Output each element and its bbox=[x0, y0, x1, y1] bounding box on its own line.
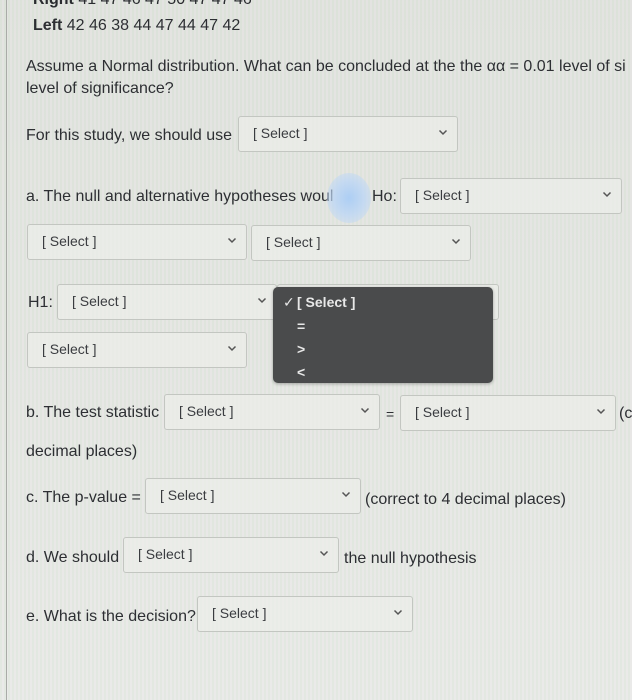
h1-label: H1: bbox=[28, 294, 53, 311]
p-value-select[interactable]: [ Select ] bbox=[145, 478, 361, 514]
p-value-select-value: [ Select ] bbox=[160, 487, 215, 503]
dropdown-option-label: > bbox=[297, 341, 306, 357]
chevron-down-icon bbox=[359, 404, 371, 416]
h1-select-3[interactable]: [ Select ] bbox=[27, 332, 247, 368]
test-statistic-value-select[interactable]: [ Select ] bbox=[400, 395, 616, 431]
dropdown-option-label: = bbox=[297, 318, 306, 334]
part-a-label: a. The null and alternative hypotheses w… bbox=[26, 188, 334, 205]
h1-select-1[interactable]: [ Select ] bbox=[57, 284, 277, 320]
chevron-down-icon bbox=[226, 342, 238, 354]
chevron-down-icon bbox=[256, 294, 268, 306]
dropdown-option-select[interactable]: ✓[ Select ] bbox=[283, 294, 355, 311]
decision-action-select[interactable]: [ Select ] bbox=[123, 537, 339, 573]
part-c-label: c. The p-value = bbox=[26, 489, 141, 506]
ho-select-1[interactable]: [ Select ] bbox=[400, 178, 622, 214]
part-b-line-2: decimal places) bbox=[26, 443, 138, 460]
question-line-2: level of significance? bbox=[26, 80, 174, 97]
part-b-label: b. The test statistic bbox=[26, 404, 160, 421]
checkmark-icon: ✓ bbox=[283, 294, 295, 310]
dropdown-option-label: < bbox=[297, 364, 306, 380]
question-line-1: Assume a Normal distribution. What can b… bbox=[26, 58, 626, 75]
chevron-down-icon bbox=[450, 235, 462, 247]
left-label: Left bbox=[33, 17, 63, 34]
ho-select-2-value: [ Select ] bbox=[42, 233, 97, 249]
ho-select-2[interactable]: [ Select ] bbox=[27, 224, 247, 260]
test-statistic-select[interactable]: [ Select ] bbox=[164, 394, 380, 430]
study-label: For this study, we should use bbox=[26, 127, 233, 144]
left-values: 42 46 38 44 47 44 47 42 bbox=[66, 17, 241, 34]
ho-select-1-value: [ Select ] bbox=[415, 187, 470, 203]
part-c-suffix: (correct to 4 decimal places) bbox=[365, 491, 566, 508]
h1-select-3-value: [ Select ] bbox=[42, 341, 97, 357]
ho-label: Ho: bbox=[372, 188, 397, 205]
chevron-down-icon bbox=[437, 126, 449, 138]
content-left-border bbox=[6, 0, 7, 700]
chevron-down-icon bbox=[601, 188, 613, 200]
dropdown-option-less[interactable]: < bbox=[297, 364, 305, 380]
chevron-down-icon bbox=[226, 234, 238, 246]
study-select-value: [ Select ] bbox=[253, 125, 308, 141]
study-select[interactable]: [ Select ] bbox=[238, 116, 458, 152]
test-statistic-select-value: [ Select ] bbox=[179, 403, 234, 419]
part-d-suffix: the null hypothesis bbox=[344, 550, 477, 567]
left-data-row: Left 42 46 38 44 47 44 47 42 bbox=[33, 16, 240, 36]
ho-select-3[interactable]: [ Select ] bbox=[251, 225, 471, 261]
h1-select-1-value: [ Select ] bbox=[72, 293, 127, 309]
right-data-row: Right 41 47 46 47 50 47 47 46 bbox=[33, 0, 252, 10]
test-statistic-value-select-value: [ Select ] bbox=[415, 404, 470, 420]
decision-select[interactable]: [ Select ] bbox=[197, 596, 413, 632]
chevron-down-icon bbox=[318, 547, 330, 559]
dropdown-option-equals[interactable]: = bbox=[297, 318, 305, 334]
dropdown-option-label: [ Select ] bbox=[297, 294, 356, 310]
decision-action-select-value: [ Select ] bbox=[138, 546, 193, 562]
dropdown-option-greater[interactable]: > bbox=[297, 341, 305, 357]
equals-sign: = bbox=[386, 406, 395, 422]
chevron-down-icon bbox=[595, 405, 607, 417]
operator-dropdown-menu: ✓[ Select ] = > < bbox=[273, 287, 493, 383]
decision-select-value: [ Select ] bbox=[212, 605, 267, 621]
right-label: Right bbox=[33, 0, 74, 8]
right-values: 41 47 46 47 50 47 47 46 bbox=[78, 0, 252, 8]
touch-cursor-indicator bbox=[327, 173, 371, 223]
chevron-down-icon bbox=[340, 488, 352, 500]
part-d-label: d. We should bbox=[26, 549, 120, 566]
ho-select-3-value: [ Select ] bbox=[266, 234, 321, 250]
chevron-down-icon bbox=[392, 606, 404, 618]
part-b-suffix: (c bbox=[619, 405, 632, 422]
part-e-label: e. What is the decision? bbox=[26, 608, 196, 625]
